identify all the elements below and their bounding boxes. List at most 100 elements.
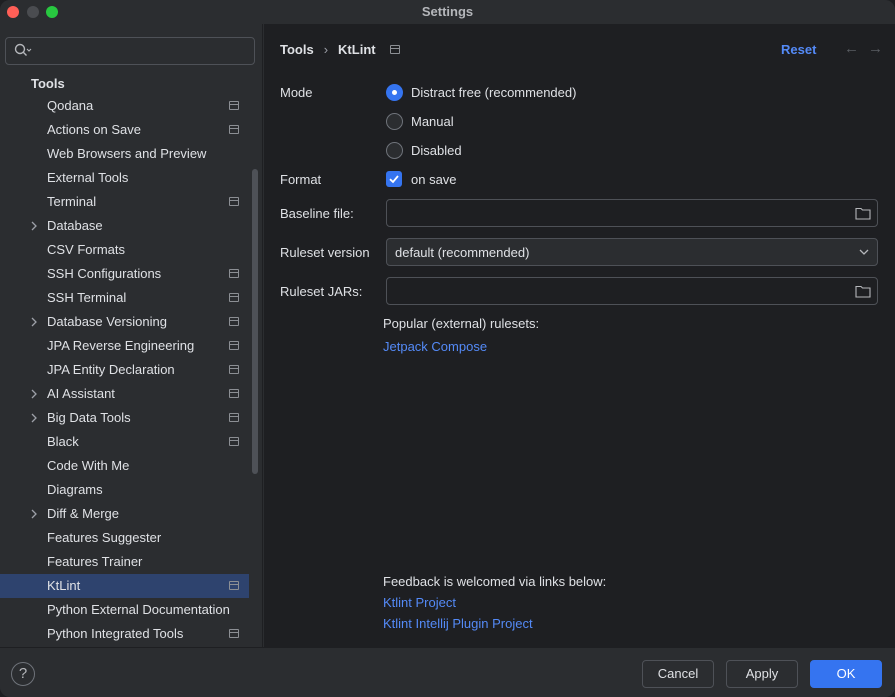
forward-arrow-icon[interactable]: → <box>868 40 883 57</box>
breadcrumb-tools[interactable]: Tools <box>280 42 314 57</box>
baseline-file-field[interactable] <box>386 199 878 227</box>
sidebar-item-jpa-reverse-engineering[interactable]: JPA Reverse Engineering <box>0 334 249 358</box>
sidebar-item-terminal[interactable]: Terminal <box>0 190 249 214</box>
sidebar-item-label: Actions on Save <box>47 122 141 137</box>
sidebar-item-big-data-tools[interactable]: Big Data Tools <box>0 406 249 430</box>
back-arrow-icon[interactable]: ← <box>844 40 859 57</box>
ruleset-jars-field[interactable] <box>386 277 878 305</box>
sidebar-item-label: SSH Configurations <box>47 266 162 281</box>
sidebar-item-diff-merge[interactable]: Diff & Merge <box>0 502 249 526</box>
sidebar-item-ssh-configurations[interactable]: SSH Configurations <box>0 262 249 286</box>
cancel-button[interactable]: Cancel <box>642 660 714 688</box>
search-icon <box>14 43 32 56</box>
mode-option-label: Distract free (recommended) <box>411 85 577 100</box>
project-level-icon <box>229 197 239 206</box>
settings-search-input[interactable] <box>5 37 255 65</box>
ok-button[interactable]: OK <box>810 660 882 688</box>
settings-sidebar: Tools Qodana Actions on Save Web Browsers … <box>0 24 263 647</box>
ktlint-settings-panel: Tools › KtLint Reset ← → Mode Distract f… <box>264 24 895 647</box>
sidebar-item-database[interactable]: Database <box>0 214 249 238</box>
apply-button[interactable]: Apply <box>726 660 798 688</box>
sidebar-item-label: SSH Terminal <box>47 290 127 305</box>
sidebar-item-actions-on-save[interactable]: Actions on Save <box>0 118 249 142</box>
help-button[interactable]: ? <box>11 662 35 686</box>
sidebar-item-ktlint[interactable]: KtLint <box>0 574 249 598</box>
breadcrumb-ktlint: KtLint <box>338 42 376 57</box>
sidebar-item-label: AI Assistant <box>47 386 115 401</box>
sidebar-item-csv-formats[interactable]: CSV Formats <box>0 238 249 262</box>
sidebar-item-web-browsers-and-preview[interactable]: Web Browsers and Preview <box>0 142 249 166</box>
folder-icon[interactable] <box>855 206 871 220</box>
sidebar-item-label: Database <box>47 218 103 233</box>
chevron-right-icon[interactable] <box>28 382 40 406</box>
mode-radio-disabled[interactable] <box>386 142 403 159</box>
chevron-down-icon <box>859 249 869 255</box>
dialog-footer: ? Cancel Apply OK <box>0 647 895 697</box>
popular-rulesets-text: Popular (external) rulesets: <box>383 316 540 331</box>
settings-tree: Qodana Actions on Save Web Browsers and Pr… <box>0 94 249 646</box>
sidebar-item-label: KtLint <box>47 578 81 593</box>
feedback-text: Feedback is welcomed via links below: <box>383 574 607 589</box>
mode-label: Mode <box>280 85 313 100</box>
sidebar-item-label: Terminal <box>47 194 97 209</box>
sidebar-item-ai-assistant[interactable]: AI Assistant <box>0 382 249 406</box>
sidebar-item-jpa-entity-declaration[interactable]: JPA Entity Declaration <box>0 358 249 382</box>
ktlint-plugin-project-link[interactable]: Ktlint Intellij Plugin Project <box>383 616 533 631</box>
sidebar-item-label: Qodana <box>47 98 94 113</box>
sidebar-item-label: Diagrams <box>47 482 103 497</box>
sidebar-item-qodana[interactable]: Qodana <box>0 94 249 118</box>
sidebar-item-label: External Tools <box>47 170 129 185</box>
project-level-icon <box>229 581 239 590</box>
sidebar-item-features-trainer[interactable]: Features Trainer <box>0 550 249 574</box>
sidebar-item-black[interactable]: Black <box>0 430 249 454</box>
sidebar-item-label: Black <box>47 434 79 449</box>
project-level-icon <box>229 629 239 638</box>
sidebar-item-python-integrated-tools[interactable]: Python Integrated Tools <box>0 622 249 646</box>
project-level-icon <box>229 365 239 374</box>
chevron-right-icon[interactable] <box>28 502 40 526</box>
project-level-icon <box>229 437 239 446</box>
breadcrumb-separator: › <box>323 42 329 57</box>
chevron-right-icon[interactable] <box>28 406 40 430</box>
folder-icon[interactable] <box>855 284 871 298</box>
sidebar-item-diagrams[interactable]: Diagrams <box>0 478 249 502</box>
chevron-right-icon[interactable] <box>28 310 40 334</box>
settings-window: Settings Tools Qodana Actions on Save Web … <box>0 0 895 697</box>
sidebar-scrollbar[interactable] <box>252 169 258 474</box>
sidebar-item-label: Features Trainer <box>47 554 143 569</box>
project-level-icon <box>229 413 239 422</box>
mode-option-label: Disabled <box>411 143 462 158</box>
mode-option-label: Manual <box>411 114 454 129</box>
chevron-right-icon[interactable] <box>28 214 40 238</box>
sidebar-item-label: Python External Documentation <box>47 602 230 617</box>
ruleset-version-label: Ruleset version <box>280 245 370 260</box>
checkmark-icon <box>389 175 399 184</box>
sidebar-item-label: Big Data Tools <box>47 410 131 425</box>
sidebar-item-label: Code With Me <box>47 458 130 473</box>
mode-radio-distract-free[interactable] <box>386 84 403 101</box>
sidebar-item-features-suggester[interactable]: Features Suggester <box>0 526 249 550</box>
mode-radio-manual[interactable] <box>386 113 403 130</box>
format-label: Format <box>280 172 322 187</box>
sidebar-item-label: JPA Entity Declaration <box>47 362 175 377</box>
sidebar-item-database-versioning[interactable]: Database Versioning <box>0 310 249 334</box>
sidebar-item-external-tools[interactable]: External Tools <box>0 166 249 190</box>
title-bar: Settings <box>0 0 895 24</box>
ktlint-project-link[interactable]: Ktlint Project <box>383 595 456 610</box>
ruleset-version-select[interactable]: default (recommended) <box>386 238 878 266</box>
project-level-icon <box>229 269 239 278</box>
sidebar-item-python-external-documentation[interactable]: Python External Documentation <box>0 598 249 622</box>
sidebar-item-label: JPA Reverse Engineering <box>47 338 195 353</box>
ruleset-version-value: default (recommended) <box>395 245 530 260</box>
sidebar-section-tools[interactable]: Tools <box>31 76 65 91</box>
project-level-icon <box>229 293 239 302</box>
jetpack-compose-link[interactable]: Jetpack Compose <box>383 339 487 354</box>
sidebar-item-ssh-terminal[interactable]: SSH Terminal <box>0 286 249 310</box>
sidebar-item-label: Features Suggester <box>47 530 162 545</box>
baseline-file-label: Baseline file: <box>280 206 354 221</box>
sidebar-item-code-with-me[interactable]: Code With Me <box>0 454 249 478</box>
project-level-icon <box>229 125 239 134</box>
window-title: Settings <box>421 4 474 19</box>
reset-button[interactable]: Reset <box>781 42 816 57</box>
format-on-save-checkbox[interactable] <box>386 171 402 187</box>
